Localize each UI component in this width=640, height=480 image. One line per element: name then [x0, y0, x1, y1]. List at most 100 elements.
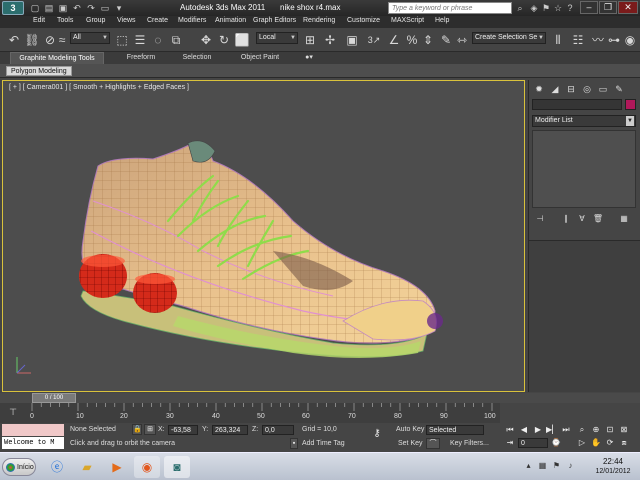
undo-icon[interactable]: ↶: [6, 32, 22, 48]
utilities-tab-icon[interactable]: ✎: [613, 83, 625, 95]
help-search-input[interactable]: Type a keyword or phrase: [388, 2, 512, 14]
undo-icon[interactable]: ↶: [72, 3, 82, 13]
current-frame-field[interactable]: 0: [518, 438, 548, 448]
menu-rendering[interactable]: Rendering: [303, 17, 335, 24]
file-explorer-icon[interactable]: ▰: [74, 456, 100, 478]
layer-manager-icon[interactable]: ☷: [570, 32, 586, 48]
object-color-swatch[interactable]: [625, 99, 636, 110]
pin-stack-icon[interactable]: ⊣: [533, 213, 547, 225]
tray-expand-icon[interactable]: ▴: [524, 461, 533, 470]
pivot-center-icon[interactable]: ⊞: [302, 32, 318, 48]
volume-tray-icon[interactable]: ♪: [566, 461, 575, 470]
default-in-out-tangents-icon[interactable]: ⌒: [426, 438, 440, 449]
polygon-modeling-button[interactable]: Polygon Modeling: [6, 66, 72, 76]
go-to-end-icon[interactable]: ⏭: [560, 424, 572, 435]
modify-tab-icon[interactable]: ◢: [549, 83, 561, 95]
menu-graph-editors[interactable]: Graph Editors: [253, 17, 296, 24]
pan-view-icon[interactable]: ✋: [590, 437, 602, 448]
schematic-view-icon[interactable]: ⊶: [606, 32, 622, 48]
y-coordinate-field[interactable]: 263,324: [212, 425, 248, 435]
material-editor-icon[interactable]: ◉: [622, 32, 638, 48]
select-and-rotate-icon[interactable]: ↻: [216, 32, 232, 48]
zoom-all-icon[interactable]: ⊕: [590, 424, 602, 435]
add-time-tag-button[interactable]: Add Time Tag: [302, 440, 345, 447]
curve-editor-icon[interactable]: 〰: [590, 32, 606, 48]
search-icon[interactable]: ⌕: [514, 2, 526, 14]
named-selection-sets-dropdown[interactable]: Create Selection Se ▼: [472, 32, 546, 44]
configure-modifier-sets-icon[interactable]: ▦: [617, 213, 631, 225]
new-file-icon[interactable]: ▢: [30, 3, 40, 13]
menu-edit[interactable]: Edit: [33, 17, 45, 24]
create-tab-icon[interactable]: ✹: [533, 83, 545, 95]
show-end-result-icon[interactable]: ∥: [559, 213, 573, 225]
modifier-stack[interactable]: [532, 130, 636, 208]
favorites-icon[interactable]: ☆: [552, 2, 564, 14]
play-icon[interactable]: ▶: [532, 424, 544, 435]
help-icon[interactable]: ?: [564, 2, 576, 14]
menu-tools[interactable]: Tools: [57, 17, 73, 24]
reference-coordinate-dropdown[interactable]: Local ▼: [256, 32, 298, 44]
menu-create[interactable]: Create: [147, 17, 168, 24]
go-to-start-icon[interactable]: ⏮: [504, 424, 516, 435]
selection-filter-dropdown[interactable]: All ▼: [70, 32, 110, 44]
maxscript-listener-output[interactable]: [2, 424, 64, 436]
track-bar[interactable]: ⊤ 0 10 20 30 40 50 60 70 80 90 100: [0, 403, 500, 423]
orbit-icon[interactable]: ⟳: [604, 437, 616, 448]
clock-date[interactable]: 12/01/2012: [588, 468, 638, 475]
snaps-toggle-icon[interactable]: 3↗: [366, 32, 382, 48]
quick-access-dropdown-icon[interactable]: ▾: [114, 3, 124, 13]
media-player-icon[interactable]: ▶: [104, 456, 130, 478]
keyboard-shortcut-override-icon[interactable]: ▣: [344, 32, 360, 48]
project-folder-icon[interactable]: ▭: [100, 3, 110, 13]
network-tray-icon[interactable]: ▦: [538, 461, 547, 470]
clock-time[interactable]: 22:44: [588, 457, 638, 466]
ribbon-options-icon[interactable]: ●▾: [302, 52, 316, 64]
absolute-mode-icon[interactable]: ⊞: [144, 424, 156, 435]
time-slider[interactable]: 0 / 100: [0, 393, 640, 403]
mirror-icon[interactable]: ⇿: [454, 32, 470, 48]
percent-snap-icon[interactable]: %: [404, 32, 420, 48]
tab-selection[interactable]: Selection: [172, 52, 222, 64]
select-and-scale-icon[interactable]: ⬜: [234, 32, 250, 48]
set-keys-key-icon[interactable]: ⚷: [368, 429, 386, 440]
set-key-button[interactable]: Set Key: [398, 440, 423, 447]
menu-maxscript[interactable]: MAXScript: [391, 17, 424, 24]
edit-named-selection-icon[interactable]: ✎: [438, 32, 454, 48]
key-filters-button[interactable]: Key Filters...: [450, 440, 489, 447]
key-mode-toggle-icon[interactable]: ⇥: [504, 437, 516, 448]
select-and-link-icon[interactable]: ⛓: [24, 32, 40, 48]
bind-space-warp-icon[interactable]: ≈: [54, 32, 70, 48]
tab-graphite-modeling-tools[interactable]: Graphite Modeling Tools: [10, 52, 104, 64]
select-and-move-icon[interactable]: ✥: [198, 32, 214, 48]
selection-lock-icon[interactable]: 🔒: [132, 424, 142, 435]
selection-region-icon[interactable]: ◌: [150, 32, 166, 48]
open-file-icon[interactable]: ▤: [44, 3, 54, 13]
camera-viewport[interactable]: [ + ] [ Camera001 ] [ Smooth + Highlight…: [2, 80, 525, 392]
menu-group[interactable]: Group: [86, 17, 105, 24]
hierarchy-tab-icon[interactable]: ⊟: [565, 83, 577, 95]
make-unique-icon[interactable]: ∀: [575, 213, 589, 225]
communication-center-icon[interactable]: ⚑: [540, 2, 552, 14]
remove-modifier-icon[interactable]: 🗑: [591, 213, 605, 225]
spinner-snap-icon[interactable]: ⇕: [420, 32, 436, 48]
zoom-icon[interactable]: ⌕: [576, 424, 588, 435]
time-tag-icon[interactable]: ▪: [290, 438, 298, 449]
motion-tab-icon[interactable]: ◎: [581, 83, 593, 95]
flag-tray-icon[interactable]: ⚑: [552, 461, 561, 470]
window-crossing-icon[interactable]: ⧉: [168, 32, 184, 48]
redo-icon[interactable]: ↷: [86, 3, 96, 13]
3dsmax-taskbar-icon[interactable]: ◙: [164, 456, 190, 478]
zoom-extents-all-icon[interactable]: ⊠: [618, 424, 630, 435]
time-configuration-icon[interactable]: ⌚: [550, 437, 562, 448]
next-frame-icon[interactable]: ▶▏: [546, 424, 558, 435]
tab-freeform[interactable]: Freeform: [116, 52, 166, 64]
menu-views[interactable]: Views: [117, 17, 136, 24]
align-icon[interactable]: ⫴: [550, 32, 566, 48]
x-coordinate-field[interactable]: -63,58: [168, 425, 198, 435]
select-by-name-icon[interactable]: ☰: [132, 32, 148, 48]
angle-snap-icon[interactable]: ∠: [386, 32, 402, 48]
previous-frame-icon[interactable]: ◀: [518, 424, 530, 435]
modifier-list-dropdown[interactable]: Modifier List ▼: [532, 115, 636, 127]
select-object-icon[interactable]: ⬚: [114, 32, 130, 48]
internet-explorer-icon[interactable]: ⓔ: [44, 456, 70, 478]
